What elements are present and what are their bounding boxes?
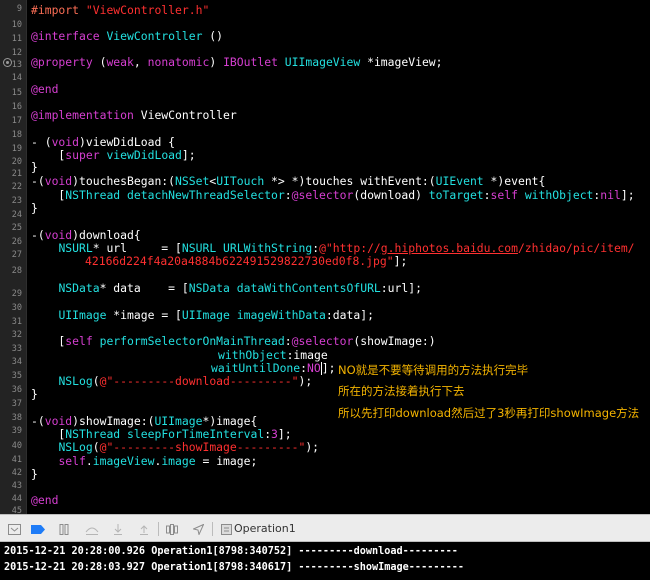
debug-toolbar: Operation1 xyxy=(0,514,650,542)
line-number: 33 xyxy=(11,344,22,354)
line-number: 28 xyxy=(11,266,22,276)
code-line[interactable]: NSData* data = [NSData dataWithContentsO… xyxy=(31,280,422,297)
code-line[interactable]: @end xyxy=(31,492,58,509)
line-number: 15 xyxy=(11,88,22,98)
code-line[interactable]: } xyxy=(31,386,38,403)
line-number: 22 xyxy=(11,182,22,192)
code-line[interactable]: UIImage *image = [UIImage imageWithData:… xyxy=(31,307,374,324)
location-icon[interactable] xyxy=(190,521,206,537)
code-line[interactable]: @end xyxy=(31,81,58,98)
line-number: 10 xyxy=(11,20,22,30)
step-into-icon[interactable] xyxy=(110,521,126,537)
hide-console-icon[interactable] xyxy=(6,521,22,537)
annotation-note: 所以先打印download然后过了3秒再打印showImage方法 xyxy=(338,406,640,420)
line-number: 40 xyxy=(11,441,22,451)
line-number: 36 xyxy=(11,385,22,395)
step-out-icon[interactable] xyxy=(136,521,152,537)
breakpoint-icon[interactable] xyxy=(30,521,46,537)
code-line[interactable]: [NSThread detachNewThreadSelector:@selec… xyxy=(31,187,634,204)
line-number: 12 xyxy=(11,48,22,58)
code-editor[interactable]: 9 10 11 12 13 14 15 16 17 18 19 20 21 22… xyxy=(0,0,650,514)
line-number: 45 xyxy=(11,506,22,514)
line-number: 14 xyxy=(11,73,22,83)
line-number: 29 xyxy=(11,289,22,299)
annotation-note: 所在的方法接着执行下去 xyxy=(338,384,465,398)
line-number: 21 xyxy=(11,169,22,179)
code-line[interactable]: 42166d224f4a20a4884b622491529822730ed0f8… xyxy=(85,253,407,270)
code-line[interactable]: NSLog(@"---------download---------"); xyxy=(31,373,312,390)
line-number: 43 xyxy=(11,481,22,491)
code-line[interactable]: [super viewDidLoad]; xyxy=(31,147,195,164)
thread-name-label[interactable]: Operation1 xyxy=(234,522,296,535)
code-line[interactable]: self.imageView.image = image; xyxy=(31,453,257,470)
line-number: 32 xyxy=(11,330,22,340)
toolbar-divider xyxy=(212,522,213,536)
line-number: 42 xyxy=(11,468,22,478)
debug-console[interactable]: 2015-12-21 20:28:00.926 Operation1[8798:… xyxy=(0,542,650,580)
line-number: 31 xyxy=(11,317,22,327)
line-number: 20 xyxy=(11,157,22,167)
line-number: 34 xyxy=(11,357,22,367)
code-line[interactable]: @implementation ViewController xyxy=(31,107,237,124)
line-number: 23 xyxy=(11,196,22,206)
line-number-gutter[interactable]: 9 10 11 12 13 14 15 16 17 18 19 20 21 22… xyxy=(0,0,27,514)
console-log-line: 2015-12-21 20:28:03.927 Operation1[8798:… xyxy=(4,562,465,573)
line-number: 25 xyxy=(11,223,22,233)
view-hierarchy-icon[interactable] xyxy=(164,521,180,537)
pause-icon[interactable] xyxy=(56,521,72,537)
line-number: 38 xyxy=(11,413,22,423)
line-number: 27 xyxy=(11,250,22,260)
code-line[interactable]: #import "ViewController.h" xyxy=(31,2,209,19)
line-number: 11 xyxy=(11,34,22,44)
line-number: 9 xyxy=(16,4,22,14)
line-number: 16 xyxy=(11,102,22,112)
code-line[interactable]: } xyxy=(31,200,38,217)
line-number: 44 xyxy=(11,494,22,504)
line-number: 19 xyxy=(11,144,22,154)
line-number: 37 xyxy=(11,399,22,409)
console-log-line: 2015-12-21 20:28:00.926 Operation1[8798:… xyxy=(4,546,458,557)
line-number: 30 xyxy=(11,303,22,313)
line-number: 18 xyxy=(11,130,22,140)
line-number: 26 xyxy=(11,237,22,247)
line-number: 24 xyxy=(11,210,22,220)
line-number: 35 xyxy=(11,371,22,381)
step-over-icon[interactable] xyxy=(84,521,100,537)
line-number: 13 xyxy=(11,60,22,70)
code-line[interactable]: @interface ViewController () xyxy=(31,28,223,45)
thread-icon xyxy=(218,521,234,537)
line-number: 39 xyxy=(11,426,22,436)
code-line[interactable]: } xyxy=(31,466,38,483)
line-number: 41 xyxy=(11,455,22,465)
code-line[interactable]: @property (weak, nonatomic) IBOutlet UII… xyxy=(31,54,443,71)
line-number: 17 xyxy=(11,116,22,126)
toolbar-divider xyxy=(158,522,159,536)
annotation-note: NO就是不要等待调用的方法执行完毕 xyxy=(338,363,529,377)
